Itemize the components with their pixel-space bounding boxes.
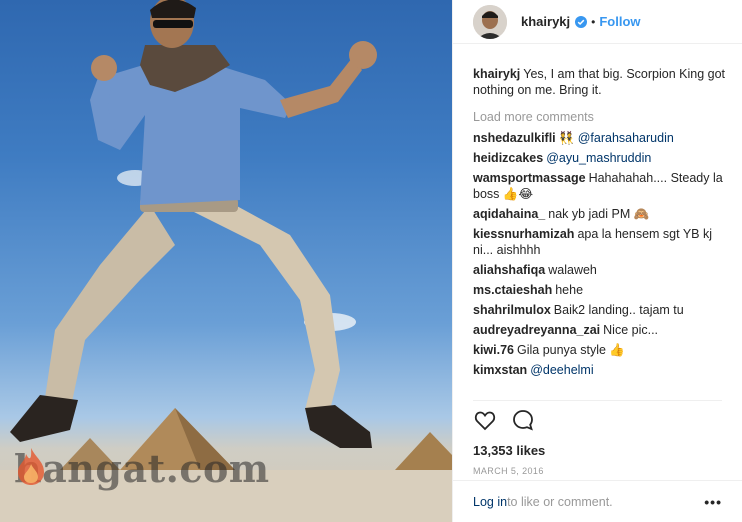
comment-text: Baik2 landing.. tajam tu (553, 303, 684, 317)
comment-username[interactable]: heidizcakes (473, 151, 543, 165)
login-prompt-text: to like or comment. (507, 494, 613, 509)
watermark-text: hangat.com (14, 446, 270, 491)
load-more-comments-button[interactable]: Load more comments (473, 110, 727, 124)
comment-list: khairykj Yes, I am that big. Scorpion Kin… (473, 66, 727, 396)
post-photo[interactable]: hangat.com (0, 0, 452, 522)
header-separator: • (591, 14, 596, 29)
post-header: khairykj • Follow (453, 0, 742, 44)
comment-row: kimxstan @deehelmi (473, 362, 727, 378)
comment-row: ms.ctaieshah hehe (473, 282, 727, 298)
avatar[interactable] (473, 4, 507, 39)
comment-username[interactable]: ms.ctaieshah (473, 283, 552, 297)
comment-mention[interactable]: @deehelmi (530, 363, 593, 377)
comment-username[interactable]: aliahshafiqa (473, 263, 545, 277)
emoji-icon: 🙈 (633, 207, 650, 221)
emoji-icon: 👯 (558, 131, 575, 145)
post-date[interactable]: MARCH 5, 2016 (473, 466, 722, 476)
comment-username[interactable]: kiessnurhamizah (473, 227, 574, 241)
comment-username[interactable]: shahrilmulox (473, 303, 551, 317)
login-link[interactable]: Log in (473, 495, 507, 509)
comment-row: audreyadreyanna_zai Nice pic... (473, 322, 727, 338)
avatar-image (473, 4, 507, 39)
comment-row: heidizcakes @ayu_mashruddin (473, 150, 727, 166)
comment-text: nak yb jadi PM (548, 207, 631, 221)
comment-row: kiwi.76 Gila punya style 👍 (473, 342, 727, 358)
verified-badge-icon (575, 15, 588, 28)
header-username[interactable]: khairykj (521, 14, 570, 29)
comment-username[interactable]: wamsportmassage (473, 171, 586, 185)
comment-username[interactable]: aqidahaina_ (473, 207, 545, 221)
post-footer: Log in to like or comment. ••• (453, 480, 742, 522)
action-icons (473, 405, 722, 435)
comment-username[interactable]: kimxstan (473, 363, 527, 377)
comment-username[interactable]: kiwi.76 (473, 343, 514, 357)
more-options-button[interactable]: ••• (704, 494, 722, 510)
comment-text: hehe (555, 283, 584, 297)
comment-text: Nice pic... (603, 323, 659, 337)
emoji-icon: 👍😂 (502, 187, 534, 201)
comment-row: aqidahaina_ nak yb jadi PM 🙈 (473, 206, 727, 222)
likes-count[interactable]: 13,353 likes (473, 443, 722, 458)
comment-row: shahrilmulox Baik2 landing.. tajam tu (473, 302, 727, 318)
comment-username[interactable]: audreyadreyanna_zai (473, 323, 600, 337)
comment-row: nshedazulkifli 👯 @farahsaharudin (473, 130, 727, 146)
watermark: hangat.com (14, 446, 270, 491)
comment-text: Gila punya style (517, 343, 606, 357)
comment-row: kiessnurhamizah apa la hensem sgt YB kj n… (473, 226, 727, 258)
comments-container: nshedazulkifli 👯 @farahsaharudin heidizcak… (473, 130, 727, 378)
comments-panel: khairykj • Follow khairykj Yes, I am that… (452, 0, 742, 522)
comment-mention[interactable]: @farahsaharudin (578, 131, 674, 145)
instagram-post: hangat.com khairykj • Follow khairykj Ye… (0, 0, 742, 522)
caption: khairykj Yes, I am that big. Scorpion Kin… (473, 66, 727, 98)
emoji-icon: 👍 (609, 343, 625, 357)
photo-scene (0, 0, 452, 522)
comment-text: walaweh (548, 263, 597, 277)
follow-button[interactable]: Follow (599, 14, 640, 29)
caption-username[interactable]: khairykj (473, 67, 520, 81)
comment-mention[interactable]: @ayu_mashruddin (546, 151, 651, 165)
comment-icon[interactable] (511, 408, 535, 432)
comment-row: wamsportmassage Hahahahah.... Steady la b… (473, 170, 727, 202)
post-actions: 13,353 likes MARCH 5, 2016 (473, 400, 722, 476)
heart-icon[interactable] (473, 408, 497, 432)
comment-row: aliahshafiqa walaweh (473, 262, 727, 278)
comment-username[interactable]: nshedazulkifli (473, 131, 556, 145)
flame-logo-icon (18, 448, 44, 485)
